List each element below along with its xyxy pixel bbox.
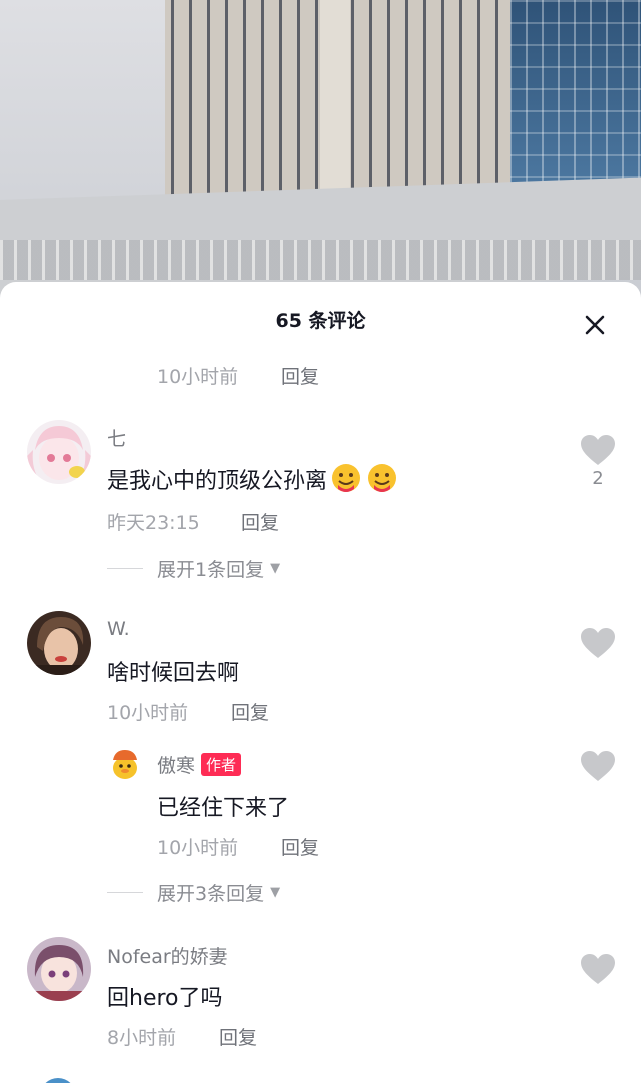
reply-button[interactable]: 回复 xyxy=(281,833,319,860)
anime-girl-avatar-icon xyxy=(27,420,91,484)
like-count: 2 xyxy=(592,468,604,489)
author-badge: 作者 xyxy=(201,753,242,776)
comment-count-title: 65 条评论 xyxy=(275,310,366,332)
background-photo xyxy=(0,0,641,300)
building-glass-facade xyxy=(510,0,641,200)
comment-text-content: 是我心中的顶级公孙离 xyxy=(107,469,328,494)
hug-emoji-icon xyxy=(329,463,363,499)
reply-time: 10小时前 xyxy=(157,837,239,859)
like-button[interactable] xyxy=(578,953,618,985)
avatar[interactable] xyxy=(40,1078,76,1083)
comment-time: 8小时前 xyxy=(107,1027,177,1049)
like-button[interactable] xyxy=(578,750,618,782)
expand-replies-label: 展开1条回复 xyxy=(157,559,265,581)
divider-line xyxy=(107,568,143,569)
building-column xyxy=(320,0,350,215)
reply-username: 傲寒 作者 xyxy=(157,751,242,778)
expand-replies-button[interactable]: 展开1条回复 ▼ xyxy=(107,555,280,582)
like-button[interactable] xyxy=(578,627,618,659)
reply-button[interactable]: 回复 xyxy=(241,508,279,535)
caret-down-icon: ▼ xyxy=(270,561,281,576)
heart-icon xyxy=(581,435,615,465)
expand-replies-label: 展开3条回复 xyxy=(157,883,265,905)
comment-username[interactable]: W. xyxy=(107,618,130,640)
comment-time: 昨天23:15 xyxy=(107,512,200,534)
heart-icon xyxy=(581,751,615,781)
heart-icon xyxy=(581,628,615,658)
comment-text: 啥时候回去啊 xyxy=(107,661,240,686)
like-button[interactable]: 2 xyxy=(578,434,618,489)
caret-down-icon: ▼ xyxy=(270,885,281,900)
reply-button[interactable]: 回复 xyxy=(231,698,269,725)
reply-button[interactable]: 回复 xyxy=(219,1023,257,1050)
avatar[interactable] xyxy=(27,937,91,1001)
reply-username-label[interactable]: 傲寒 xyxy=(157,755,195,777)
hug-emoji-icon xyxy=(365,463,399,499)
comment-username[interactable]: Nofear的娇妻 xyxy=(107,942,228,969)
anime-girl-avatar-icon xyxy=(27,937,91,1001)
close-button[interactable] xyxy=(578,308,612,342)
comment-time: 10小时前 xyxy=(157,366,239,388)
comment-sheet: 65 条评论 10小时前 回复 七 是我心中的顶级公孙离 昨天23:15 回复 xyxy=(0,282,641,1083)
comment-text: 是我心中的顶级公孙离 xyxy=(107,463,399,499)
comment-username[interactable]: 七 xyxy=(107,424,126,451)
reply-text: 已经住下来了 xyxy=(157,796,290,821)
comment-time: 10小时前 xyxy=(107,702,189,724)
avatar[interactable] xyxy=(27,420,91,484)
close-icon xyxy=(585,315,605,335)
reply-button[interactable]: 回复 xyxy=(281,362,319,389)
expand-replies-button[interactable]: 展开3条回复 ▼ xyxy=(107,879,280,906)
building-podium-fins xyxy=(0,240,641,280)
person-photo-avatar-icon xyxy=(27,611,91,675)
comment-text: 回hero了吗 xyxy=(107,986,223,1011)
duck-avatar-icon xyxy=(107,746,143,782)
heart-icon xyxy=(581,954,615,984)
avatar[interactable] xyxy=(107,746,143,782)
avatar[interactable] xyxy=(27,611,91,675)
divider-line xyxy=(107,892,143,893)
